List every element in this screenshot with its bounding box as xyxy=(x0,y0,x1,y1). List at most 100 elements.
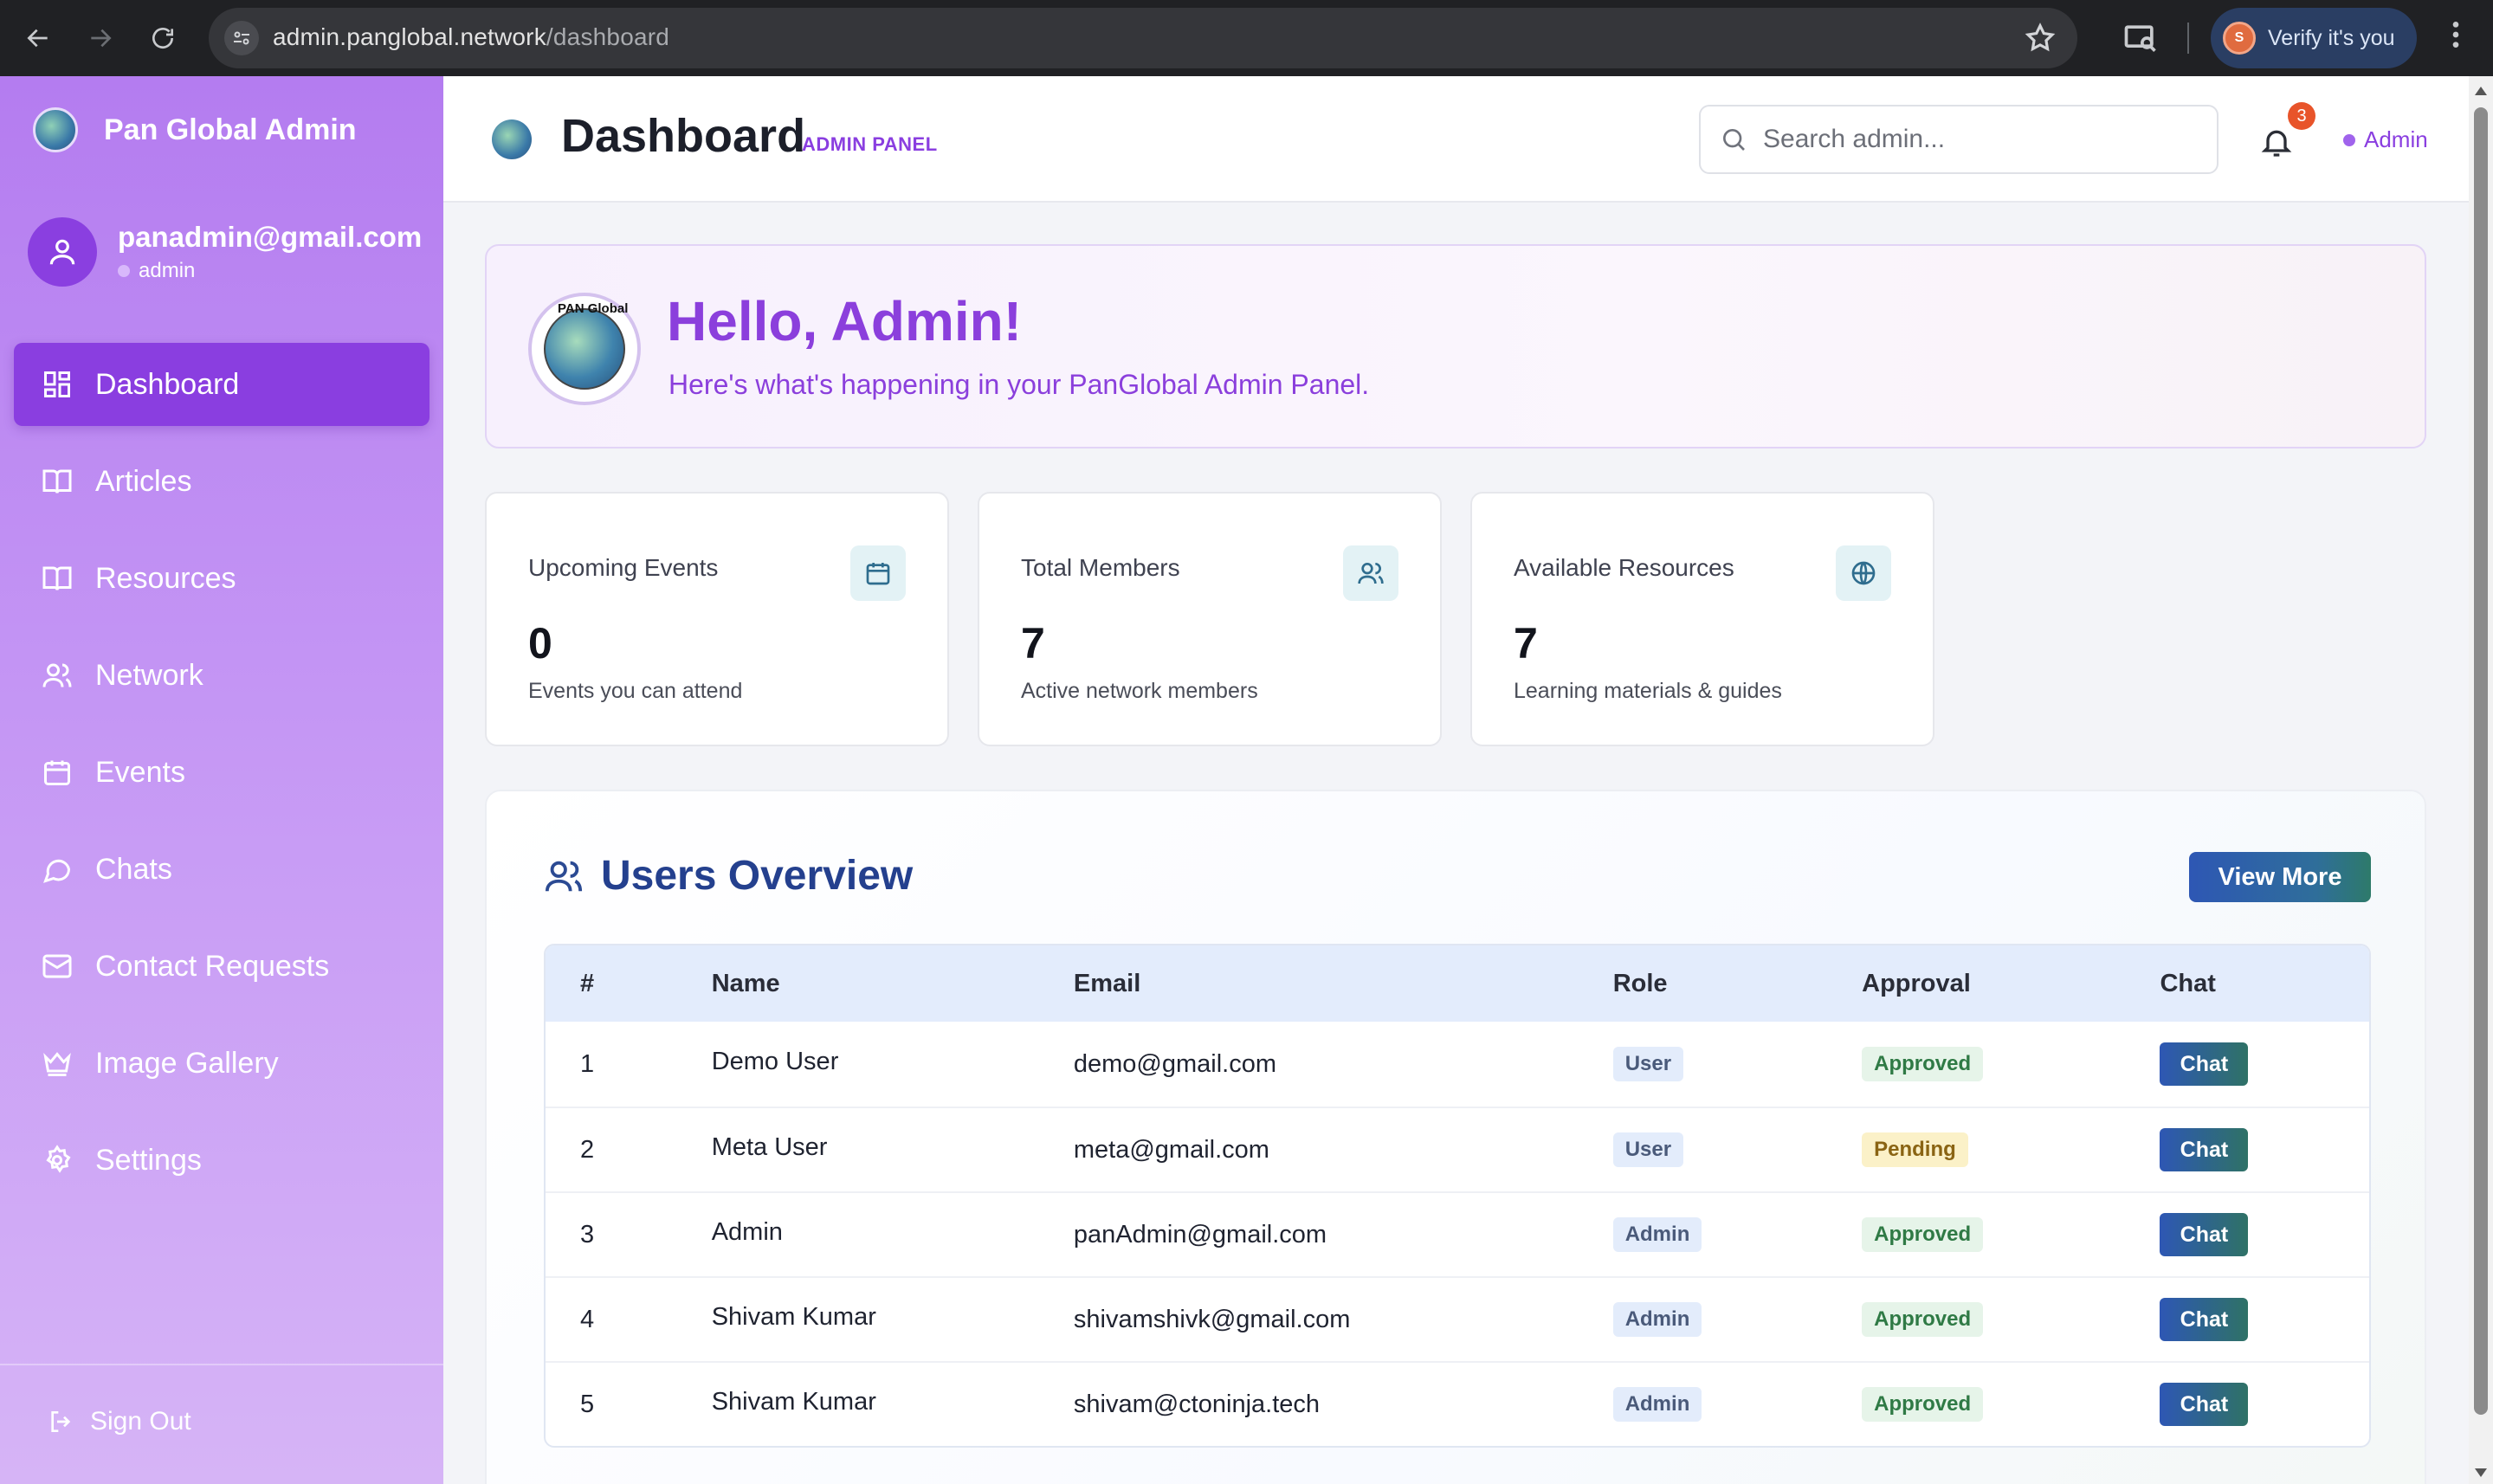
top-header: Dashboard ADMIN PANEL 3 Admin xyxy=(443,76,2469,203)
table-header: # Name Email Role Approval Chat xyxy=(546,945,2369,1022)
logout-icon xyxy=(51,1411,71,1432)
sidebar-item-articles[interactable]: Articles xyxy=(14,440,429,523)
column-header-number[interactable]: # xyxy=(546,970,712,998)
user-email: panAdmin@gmail.com xyxy=(1073,1220,1327,1248)
page-scrollbar[interactable] xyxy=(2469,76,2493,1484)
table-body: 1 Demo User demo@gmail.com User Approved… xyxy=(546,1022,2369,1446)
table-row: 2 Meta User meta@gmail.com User Pending … xyxy=(546,1107,2369,1191)
book-icon xyxy=(42,566,72,590)
sidebar-item-image-gallery[interactable]: Image Gallery xyxy=(14,1022,429,1105)
column-header-name[interactable]: Name xyxy=(712,970,1074,998)
user-role-label: admin xyxy=(139,259,196,282)
user-name: Shivam Kumar xyxy=(711,1387,876,1416)
user-name: Shivam Kumar xyxy=(711,1302,876,1331)
row-number: 5 xyxy=(580,1390,595,1418)
users-table: # Name Email Role Approval Chat 1 Demo U… xyxy=(544,944,2371,1448)
sidebar-item-chats[interactable]: Chats xyxy=(14,828,429,911)
sidebar-item-label: Articles xyxy=(95,464,192,498)
dashboard-icon xyxy=(44,371,70,397)
column-header-role[interactable]: Role xyxy=(1613,970,1862,998)
seal-globe xyxy=(544,308,625,390)
toolbar-separator xyxy=(2187,23,2189,54)
sidebar-item-label: Settings xyxy=(95,1143,202,1177)
sidebar-item-label: Dashboard xyxy=(95,367,240,401)
forward-icon[interactable] xyxy=(78,16,123,61)
brand-logo xyxy=(33,107,78,152)
users-overview-card: Users Overview View More # Name Email Ro… xyxy=(485,790,2426,1484)
user-name: Meta User xyxy=(711,1132,828,1161)
sidebar-item-contact-requests[interactable]: Contact Requests xyxy=(14,925,429,1008)
reload-icon[interactable] xyxy=(140,16,185,61)
column-header-email[interactable]: Email xyxy=(1074,970,1613,998)
welcome-banner: PAN Global Hello, Admin! Here's what's h… xyxy=(485,244,2426,448)
sidebar-item-label: Events xyxy=(95,755,185,789)
sidebar-menu: Dashboard Articles Resources Network Eve… xyxy=(14,343,429,1216)
bookmark-star-icon[interactable] xyxy=(2024,22,2057,55)
chat-button[interactable]: Chat xyxy=(2160,1298,2249,1341)
sign-out-button[interactable]: Sign Out xyxy=(47,1407,191,1436)
welcome-title: Hello, Admin! xyxy=(667,290,1023,352)
brand[interactable]: Pan Global Admin xyxy=(33,107,357,152)
stat-label: Available Resources xyxy=(1514,554,1734,581)
search-input[interactable] xyxy=(1763,125,2196,154)
user-icon xyxy=(28,217,97,287)
admin-panel-badge: ADMIN PANEL xyxy=(802,133,938,155)
approval-badge: Pending xyxy=(1862,1132,1968,1167)
address-bar[interactable]: admin.panglobal.network/dashboard xyxy=(209,8,2077,68)
stat-value: 7 xyxy=(1514,619,1538,668)
view-more-button[interactable]: View More xyxy=(2189,852,2371,902)
sidebar-divider xyxy=(0,1364,443,1365)
stat-value: 0 xyxy=(528,619,552,668)
chat-button[interactable]: Chat xyxy=(2160,1128,2249,1171)
stat-card-upcoming-events: Upcoming Events 0 Events you can attend xyxy=(485,492,949,746)
table-row: 4 Shivam Kumar shivamshivk@gmail.com Adm… xyxy=(546,1276,2369,1361)
scrollbar-thumb[interactable] xyxy=(2474,107,2488,1415)
back-icon[interactable] xyxy=(16,16,61,61)
search-box[interactable] xyxy=(1699,105,2219,174)
stat-description: Events you can attend xyxy=(528,679,743,703)
column-header-chat[interactable]: Chat xyxy=(2160,970,2369,998)
column-header-approval[interactable]: Approval xyxy=(1862,970,2160,998)
sidebar-item-settings[interactable]: Settings xyxy=(14,1119,429,1202)
verify-identity-button[interactable]: S Verify it's you xyxy=(2211,8,2417,68)
verify-label: Verify it's you xyxy=(2268,25,2395,50)
stat-description: Active network members xyxy=(1021,679,1258,703)
chat-button[interactable]: Chat xyxy=(2160,1213,2249,1256)
sidebar-item-network[interactable]: Network xyxy=(14,634,429,717)
mail-icon xyxy=(42,954,72,978)
stat-label: Upcoming Events xyxy=(528,554,719,581)
status-dot xyxy=(2343,133,2355,146)
user-email: shivamshivk@gmail.com xyxy=(1073,1305,1351,1333)
user-profile: panadmin@gmail.com admin xyxy=(28,217,422,287)
globe-icon xyxy=(1836,545,1891,601)
table-row: 1 Demo User demo@gmail.com User Approved… xyxy=(546,1022,2369,1107)
bell-icon[interactable] xyxy=(2259,125,2294,159)
stat-card-total-members: Total Members 7 Active network members xyxy=(978,492,1442,746)
welcome-subtitle: Here's what's happening in your PanGloba… xyxy=(668,369,1370,400)
browser-menu-icon[interactable] xyxy=(2438,17,2473,59)
calendar-icon xyxy=(44,760,70,785)
users-icon xyxy=(42,663,72,687)
site-settings-icon[interactable] xyxy=(224,21,259,55)
scroll-down-arrow-icon[interactable] xyxy=(2475,1468,2487,1477)
user-email: panadmin@gmail.com xyxy=(118,221,423,253)
sidebar-item-events[interactable]: Events xyxy=(14,731,429,814)
admin-user-text: Admin xyxy=(2364,126,2428,152)
row-number: 1 xyxy=(580,1049,595,1078)
sidebar-item-resources[interactable]: Resources xyxy=(14,537,429,620)
url-text: admin.panglobal.network/dashboard xyxy=(273,23,670,50)
admin-user-label[interactable]: Admin xyxy=(2343,126,2428,153)
sidebar-item-dashboard[interactable]: Dashboard xyxy=(14,343,429,426)
chat-button[interactable]: Chat xyxy=(2160,1042,2249,1086)
chat-button[interactable]: Chat xyxy=(2160,1383,2249,1426)
role-badge: User xyxy=(1612,1047,1684,1081)
table-row: 3 Admin panAdmin@gmail.com Admin Approve… xyxy=(546,1191,2369,1276)
seal-text: PAN Global xyxy=(558,301,629,316)
role-badge: Admin xyxy=(1612,1217,1702,1252)
sidebar-item-label: Network xyxy=(95,658,203,692)
crown-icon xyxy=(43,1052,71,1076)
screen-search-icon[interactable] xyxy=(2122,19,2160,57)
scroll-up-arrow-icon[interactable] xyxy=(2475,87,2487,95)
role-badge: Admin xyxy=(1612,1387,1702,1422)
page-title: Dashboard xyxy=(561,110,806,162)
